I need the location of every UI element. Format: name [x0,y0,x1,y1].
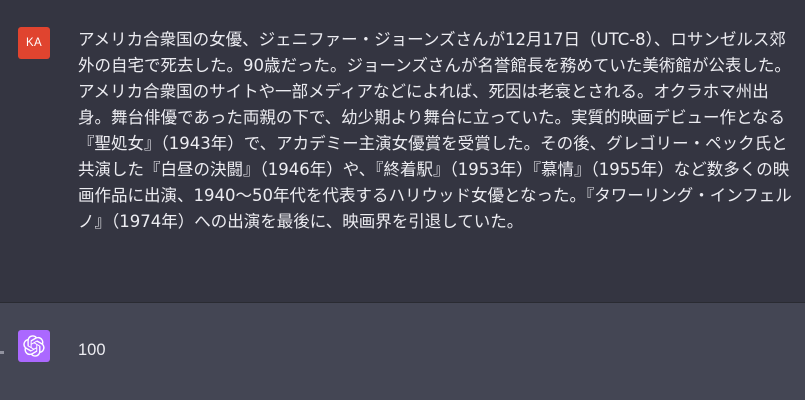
user-avatar: KA [18,27,50,59]
sidebar-edge-marker [0,351,4,354]
assistant-message-row: 100 [0,303,805,400]
user-message-row: KA アメリカ合衆国の女優、ジェニファー・ジョーンズさんが12月17日（UTC-… [0,0,805,303]
assistant-message-text: 100 [78,341,106,359]
openai-logo-icon [23,335,45,357]
assistant-avatar [18,330,50,362]
user-avatar-initials: KA [26,37,42,49]
conversation-thread: KA アメリカ合衆国の女優、ジェニファー・ジョーンズさんが12月17日（UTC-… [0,0,805,400]
user-message-text: アメリカ合衆国の女優、ジェニファー・ジョーンズさんが12月17日（UTC-8）、… [78,30,792,231]
